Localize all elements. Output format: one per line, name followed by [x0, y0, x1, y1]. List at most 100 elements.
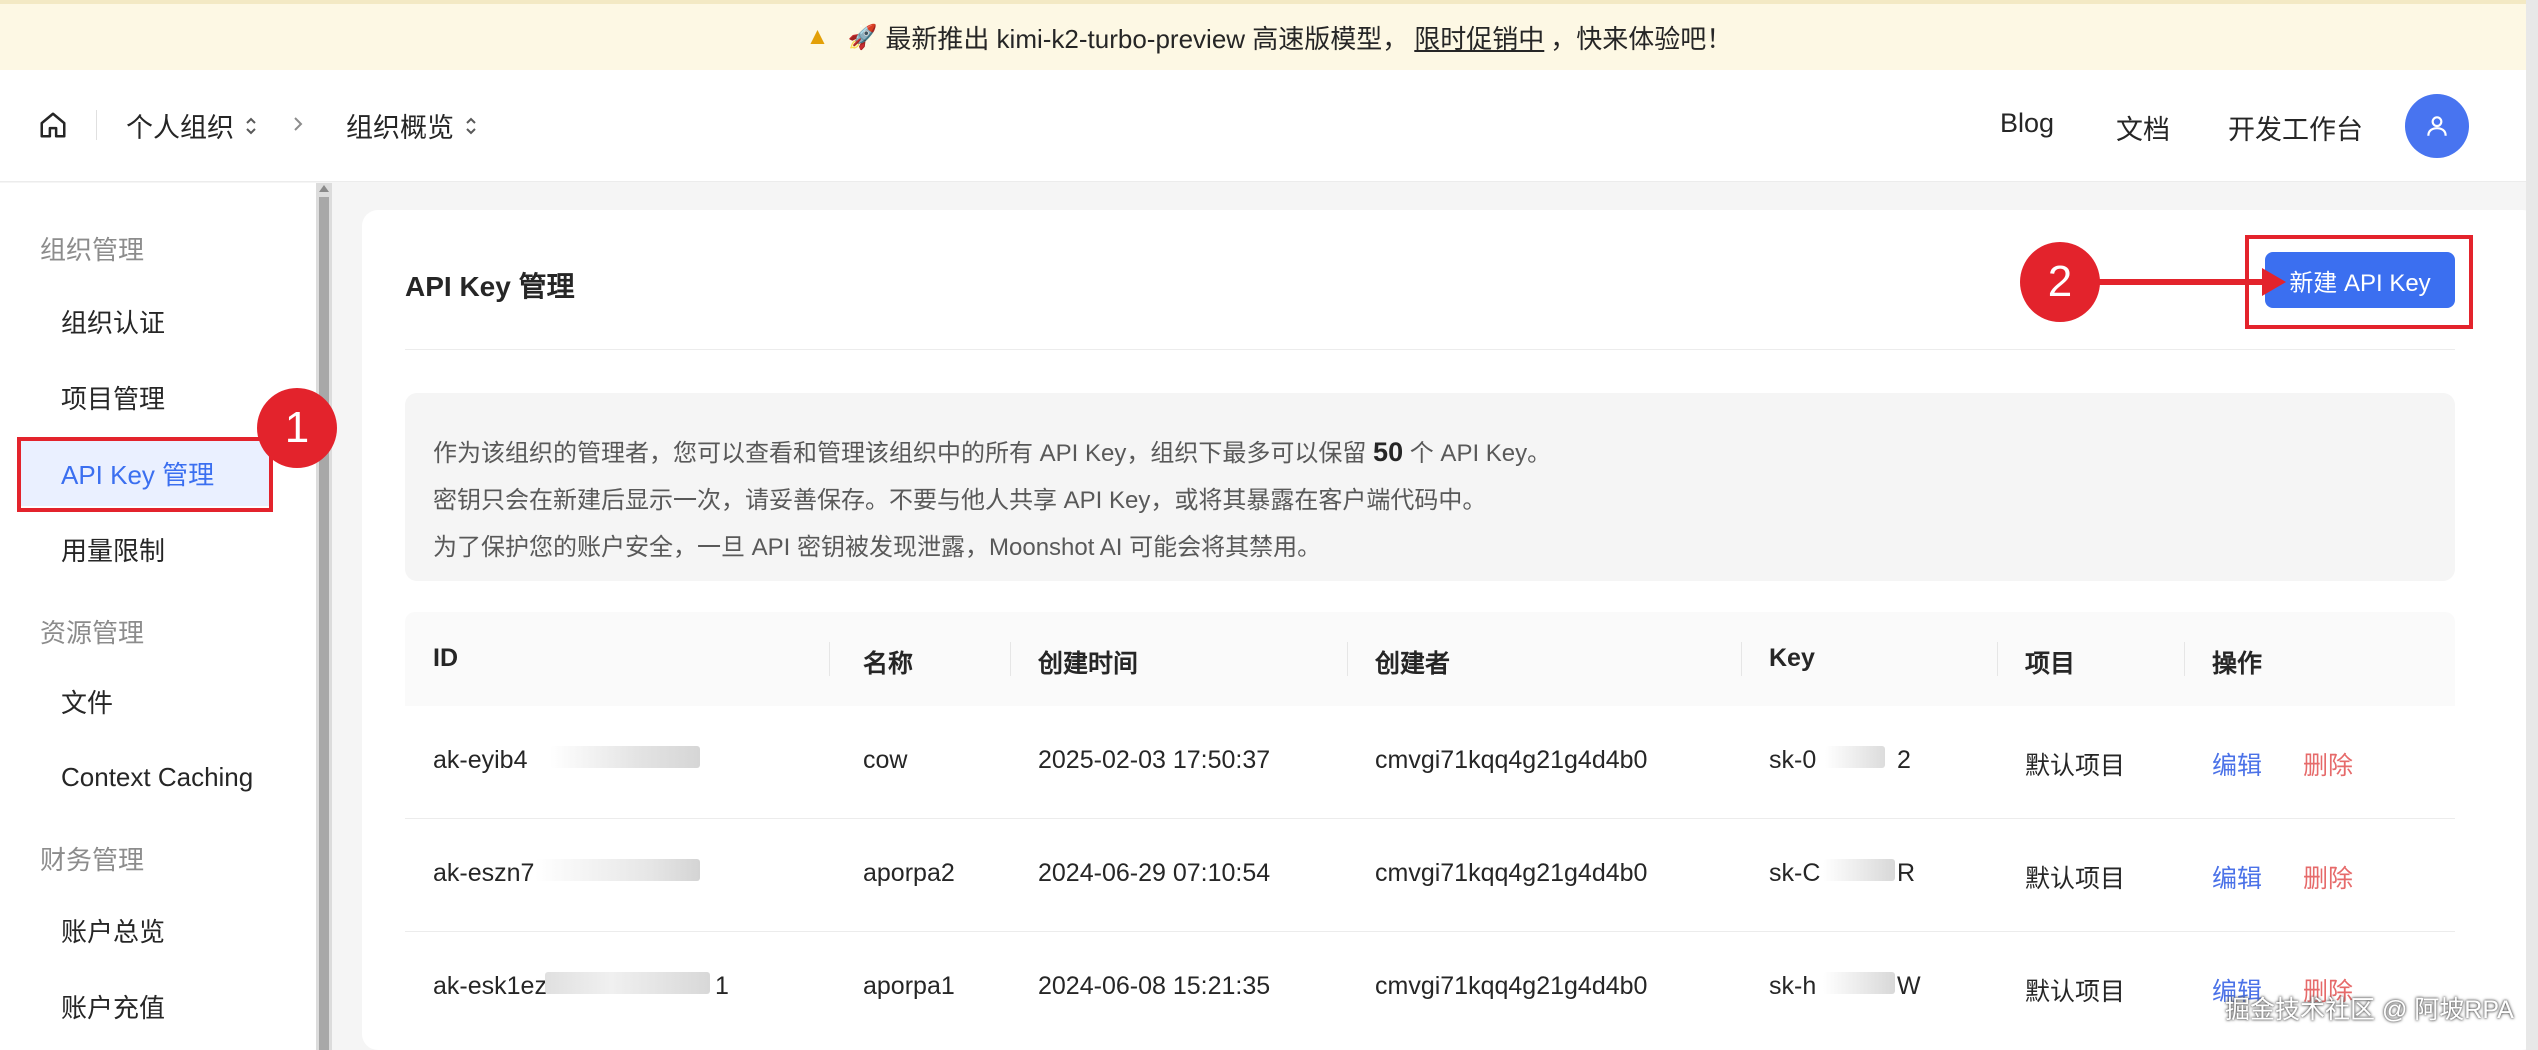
page-title: API Key 管理 [405, 271, 575, 302]
section-finance-management: 财务管理 [40, 845, 145, 875]
redacted-mask [1823, 859, 1895, 881]
warning-icon: ▲ [805, 23, 830, 50]
info-notice: 作为该组织的管理者，您可以查看和管理该组织中的所有 API Key，组织下最多可… [405, 393, 2455, 581]
sidebar-item-recharge[interactable]: 账户充值 [20, 973, 270, 1039]
banner-suffix: ，快来体验吧！ [1550, 23, 1733, 54]
max-keys-count: 50 [1373, 437, 1404, 467]
info-line-1-text: 作为该组织的管理者，您可以查看和管理该组织中的所有 API Key，组织下最多可… [433, 440, 1367, 467]
cell-key: sk-C [1769, 859, 1821, 887]
user-icon [2427, 116, 2447, 136]
sidebar-item-usage-limits[interactable]: 用量限制 [20, 516, 270, 582]
col-created: 创建时间 [1038, 650, 1139, 678]
redacted-mask [535, 859, 700, 881]
arrow-head-icon [2262, 268, 2286, 296]
page-scrollbar[interactable] [2526, 0, 2538, 1050]
table-row: ak-esk1ez 1 aporpa1 2024-06-08 15:21:35 … [405, 932, 2455, 1045]
col-project: 项目 [2025, 650, 2076, 678]
redacted-mask [550, 746, 700, 768]
cell-key-tail: W [1897, 972, 1921, 1000]
sidebar-scrollbar[interactable] [316, 183, 332, 1050]
col-divider [1010, 642, 1011, 676]
edit-link[interactable]: 编辑 [2212, 746, 2262, 782]
chevron-updown-icon [466, 117, 476, 134]
cell-key-tail: R [1897, 859, 1916, 887]
topbar-divider [96, 110, 97, 140]
announcement-banner: ▲ 🚀 最新推出 kimi-k2-turbo-preview 高速版模型， 限时… [0, 0, 2538, 70]
cell-id: ak-eyib4 [433, 746, 528, 774]
step-marker-1: 1 [257, 388, 337, 468]
annotation-arrow [2095, 279, 2275, 285]
sidebar-item-files[interactable]: 文件 [20, 668, 270, 734]
col-divider [1347, 642, 1348, 676]
col-id: ID [433, 644, 458, 672]
cell-name: aporpa1 [863, 972, 955, 1000]
col-name: 名称 [863, 650, 914, 678]
top-navigation: 个人组织 组织概览 Blog 文档 开发工作台 [0, 70, 2538, 182]
info-line-1-suffix: 个 API Key。 [1409, 440, 1552, 467]
cell-created: 2024-06-29 07:10:54 [1038, 859, 1271, 887]
cell-created: 2025-02-03 17:50:37 [1038, 746, 1271, 774]
cell-key: sk-h [1769, 972, 1817, 1000]
section-org-management: 组织管理 [40, 235, 145, 265]
col-creator: 创建者 [1375, 650, 1451, 678]
col-divider [829, 642, 830, 676]
page-switcher[interactable]: 组织概览 [346, 106, 478, 145]
highlight-box-api-key-menu [17, 437, 273, 512]
cell-creator: cmvgi71kqq4g21g4d4b0 [1375, 972, 1648, 1000]
sidebar-item-org-verification[interactable]: 组织认证 [20, 288, 270, 354]
cell-id: ak-eszn7 [433, 859, 535, 887]
table-header: ID 名称 创建时间 创建者 Key 项目 操作 [405, 612, 2455, 706]
chevron-updown-icon [246, 117, 256, 134]
cell-creator: cmvgi71kqq4g21g4d4b0 [1375, 859, 1648, 887]
cell-created: 2024-06-08 15:21:35 [1038, 972, 1271, 1000]
org-switcher[interactable]: 个人组织 [126, 106, 258, 145]
cell-creator: cmvgi71kqq4g21g4d4b0 [1375, 746, 1648, 774]
delete-link[interactable]: 删除 [2303, 746, 2353, 782]
sidebar-item-account-overview[interactable]: 账户总览 [20, 897, 270, 963]
redacted-mask [1825, 746, 1885, 768]
section-resource-management: 资源管理 [40, 618, 145, 648]
cell-key-tail: 2 [1897, 746, 1911, 774]
cell-id: ak-esk1ez [433, 972, 547, 1000]
col-key: Key [1769, 644, 1815, 672]
scroll-up-arrow-icon[interactable] [319, 185, 329, 192]
watermark: 掘金技术社区 @ 阿坡RPA [2225, 996, 2514, 1024]
info-line-3: 为了保护您的账户安全，一旦 API 密钥被发现泄露，Moonshot AI 可能… [433, 534, 1322, 561]
cell-name: aporpa2 [863, 859, 955, 887]
col-divider [1741, 642, 1742, 676]
rocket-icon: 🚀 [847, 23, 878, 51]
scrollbar-thumb[interactable] [319, 197, 329, 1050]
table-row: ak-eszn7 aporpa2 2024-06-29 07:10:54 cmv… [405, 819, 2455, 932]
table-row: ak-eyib4 cow 2025-02-03 17:50:37 cmvgi71… [405, 706, 2455, 819]
card-divider [405, 349, 2455, 350]
banner-text: 最新推出 kimi-k2-turbo-preview 高速版模型， [885, 23, 1409, 54]
delete-link[interactable]: 删除 [2303, 859, 2353, 895]
chevron-right-icon [294, 117, 303, 131]
cell-project: 默认项目 [2025, 978, 2126, 1006]
col-actions: 操作 [2212, 650, 2263, 678]
home-icon[interactable] [38, 110, 68, 140]
org-label: 个人组织 [126, 113, 234, 143]
redacted-mask [545, 972, 710, 994]
page-label: 组织概览 [346, 113, 454, 143]
cell-name: cow [863, 746, 908, 774]
sidebar-item-context-caching[interactable]: Context Caching [20, 744, 270, 810]
redacted-mask [1823, 972, 1895, 994]
info-line-1: 作为该组织的管理者，您可以查看和管理该组织中的所有 API Key，组织下最多可… [433, 429, 2455, 477]
sidebar-item-projects[interactable]: 项目管理 [20, 364, 270, 430]
nav-blog[interactable]: Blog [2000, 108, 2054, 139]
nav-console[interactable]: 开发工作台 [2228, 108, 2363, 147]
cell-project: 默认项目 [2025, 865, 2126, 893]
promo-link[interactable]: 限时促销中 [1414, 19, 1544, 56]
cell-project: 默认项目 [2025, 752, 2126, 780]
edit-link[interactable]: 编辑 [2212, 859, 2262, 895]
col-divider [1997, 642, 1998, 676]
sidebar: 组织管理 组织认证 项目管理 API Key 管理 用量限制 资源管理 文件 C… [0, 183, 316, 1050]
info-line-2: 密钥只会在新建后显示一次，请妥善保存。不要与他人共享 API Key，或将其暴露… [433, 487, 1487, 514]
nav-docs[interactable]: 文档 [2116, 108, 2170, 147]
cell-key: sk-0 [1769, 746, 1817, 774]
step-marker-2: 2 [2020, 242, 2100, 322]
col-divider [2184, 642, 2185, 676]
cell-id-tail: 1 [715, 972, 729, 1000]
avatar[interactable] [2405, 94, 2469, 158]
